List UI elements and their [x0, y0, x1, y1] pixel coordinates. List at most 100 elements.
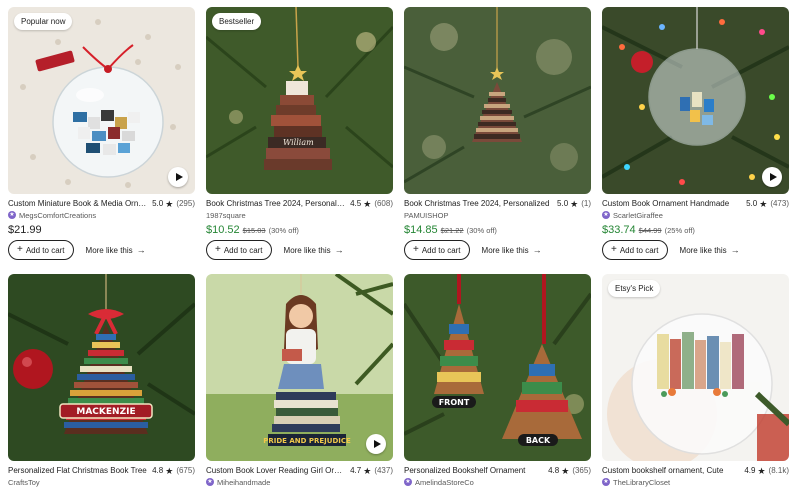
sale-price: $33.74: [602, 224, 636, 236]
plus-icon: +: [215, 244, 221, 255]
product-card[interactable]: Etsy's Pick Custom bookshelf ornament, C…: [602, 274, 789, 487]
play-icon[interactable]: [168, 167, 188, 187]
add-to-cart-label: Add to cart: [619, 245, 659, 255]
original-price: $21.22: [440, 226, 464, 235]
product-image[interactable]: Popular now: [8, 7, 195, 194]
product-rating: 4.8 ★ (365): [548, 466, 591, 475]
review-count: (8.1k): [768, 466, 789, 475]
rating-value: 4.9: [744, 466, 756, 475]
add-to-cart-label: Add to cart: [223, 245, 263, 255]
product-badge: Bestseller: [212, 13, 262, 30]
pricing: $33.74 $44.99 (25% off): [602, 224, 789, 237]
more-like-this-label: More like this: [283, 245, 331, 255]
rating-value: 5.0: [746, 199, 758, 208]
ornament-name-tag: MACKENZIE: [76, 407, 135, 417]
product-rating: 4.7 ★ (437): [350, 466, 393, 475]
product-photo-bookshelf: FRONT BACK: [404, 274, 591, 461]
product-title[interactable]: Personalized Flat Christmas Book Tree: [8, 466, 148, 475]
product-title[interactable]: Book Christmas Tree 2024, Personalized: [404, 199, 553, 208]
star-icon: ★: [561, 465, 570, 476]
product-grid: Popular now Custom Miniature Book & Medi…: [8, 7, 794, 487]
product-image[interactable]: PRIDE AND PREJUDICE: [206, 274, 393, 461]
product-image[interactable]: William Bestseller: [206, 7, 393, 194]
product-rating: 5.0 ★ (1): [557, 199, 591, 208]
shop-name-row[interactable]: ★ MegsComfortCreations: [8, 210, 195, 220]
shop-name-row[interactable]: 1987square: [206, 210, 393, 220]
product-rating: 4.5 ★ (608): [350, 199, 393, 208]
product-image[interactable]: MACKENZIE: [8, 274, 195, 461]
star-icon: ★: [363, 465, 372, 476]
add-to-cart-button[interactable]: + Add to cart: [602, 240, 668, 260]
discount: (30% off): [466, 226, 497, 235]
product-photo-reading-girl: PRIDE AND PREJUDICE: [206, 274, 393, 461]
plus-icon: +: [413, 244, 419, 255]
product-title[interactable]: Book Christmas Tree 2024, Personalized O…: [206, 199, 346, 208]
add-to-cart-button[interactable]: + Add to cart: [206, 240, 272, 260]
add-to-cart-label: Add to cart: [25, 245, 65, 255]
more-like-this-label: More like this: [85, 245, 133, 255]
product-photo-ball-lights: [602, 7, 789, 194]
more-like-this-link[interactable]: More like this →: [284, 245, 344, 255]
ornament-book-title: PRIDE AND PREJUDICE: [263, 437, 351, 445]
more-like-this-label: More like this: [481, 245, 529, 255]
star-shop-icon: ★: [602, 211, 610, 219]
play-icon[interactable]: [762, 167, 782, 187]
star-shop-icon: ★: [8, 211, 16, 219]
product-photo-book-tree-small: [404, 7, 591, 194]
rating-value: 4.8: [152, 466, 164, 475]
product-title[interactable]: Custom bookshelf ornament, Cute: [602, 466, 740, 475]
product-rating: 4.8 ★ (675): [152, 466, 195, 475]
product-card[interactable]: William Bestseller Book Christmas Tree 2…: [206, 7, 393, 260]
product-badge: Etsy's Pick: [608, 280, 661, 297]
more-like-this-link[interactable]: More like this →: [680, 245, 740, 255]
product-title[interactable]: Custom Miniature Book & Media Ornament: [8, 199, 148, 208]
arrow-right-icon: →: [730, 245, 740, 255]
plus-icon: +: [17, 244, 23, 255]
more-like-this-label: More like this: [679, 245, 727, 255]
rating-value: 5.0: [557, 199, 569, 208]
product-image[interactable]: [602, 7, 789, 194]
arrow-right-icon: →: [532, 245, 542, 255]
star-icon: ★: [165, 465, 174, 476]
product-title[interactable]: Custom Book Lover Reading Girl Ornament: [206, 466, 346, 475]
product-image[interactable]: Etsy's Pick: [602, 274, 789, 461]
product-photo-ball-books: [8, 7, 195, 194]
product-title[interactable]: Personalized Bookshelf Ornament: [404, 466, 544, 475]
product-image[interactable]: FRONT BACK: [404, 274, 591, 461]
rating-value: 4.5: [350, 199, 362, 208]
pricing: $10.52 $15.03 (30% off): [206, 224, 393, 237]
add-to-cart-button[interactable]: + Add to cart: [8, 240, 74, 260]
discount: (25% off): [664, 226, 695, 235]
review-count: (295): [176, 199, 195, 208]
product-card[interactable]: Custom Book Ornament Handmade 5.0 ★ (473) …: [602, 7, 789, 260]
product-card[interactable]: MACKENZIE Personalized Flat Christmas Bo…: [8, 274, 195, 487]
play-icon[interactable]: [366, 434, 386, 454]
product-card[interactable]: Book Christmas Tree 2024, Personalized 5…: [404, 7, 591, 260]
product-photo-flat-tree: MACKENZIE: [8, 274, 195, 461]
svg-text:William: William: [283, 138, 314, 147]
front-label: FRONT: [439, 398, 470, 407]
more-like-this-link[interactable]: More like this →: [482, 245, 542, 255]
product-card[interactable]: FRONT BACK Personalized Bookshelf Orname…: [404, 274, 591, 487]
review-count: (675): [176, 466, 195, 475]
product-rating: 5.0 ★ (473): [746, 199, 789, 208]
product-rating: 4.9 ★ (8.1k): [744, 466, 789, 475]
original-price: $15.03: [242, 226, 266, 235]
product-title[interactable]: Custom Book Ornament Handmade: [602, 199, 742, 208]
rating-value: 5.0: [152, 199, 164, 208]
shop-name-row[interactable]: ★ ScarletGiraffee: [602, 210, 789, 220]
star-icon: ★: [165, 198, 174, 209]
star-icon: ★: [759, 198, 768, 209]
shop-name: AmelindaStoreCo: [415, 477, 474, 487]
shop-name-row[interactable]: PAMUISHOP: [404, 210, 591, 220]
product-rating: 5.0 ★ (295): [152, 199, 195, 208]
rating-value: 4.7: [350, 466, 362, 475]
more-like-this-link[interactable]: More like this →: [86, 245, 146, 255]
add-to-cart-button[interactable]: + Add to cart: [404, 240, 470, 260]
arrow-right-icon: →: [136, 245, 146, 255]
back-label: BACK: [526, 436, 551, 445]
star-icon: ★: [757, 465, 766, 476]
product-image[interactable]: [404, 7, 591, 194]
product-card[interactable]: PRIDE AND PREJUDICE Custom Book Lover Re…: [206, 274, 393, 487]
product-card[interactable]: Popular now Custom Miniature Book & Medi…: [8, 7, 195, 260]
